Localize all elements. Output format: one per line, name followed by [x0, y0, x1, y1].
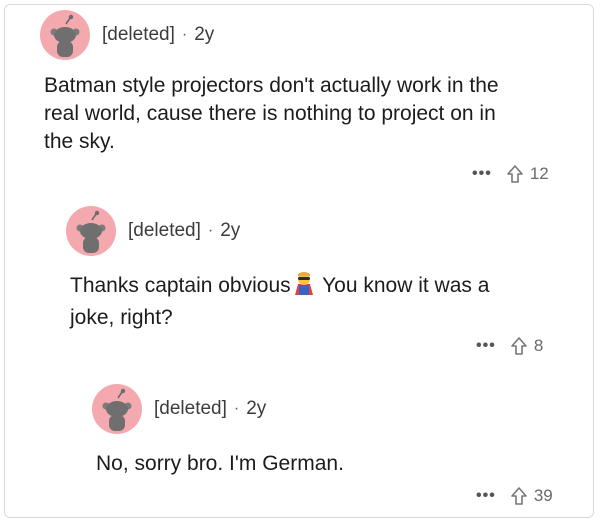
- avatar[interactable]: [92, 384, 142, 434]
- avatar[interactable]: [66, 206, 116, 256]
- comment-actions: ••• 8: [476, 336, 543, 356]
- more-options-button[interactable]: •••: [472, 165, 492, 183]
- more-options-button[interactable]: •••: [476, 487, 496, 505]
- comment-age: 2y: [220, 220, 241, 241]
- upvote-arrow-icon: [507, 165, 523, 183]
- author-name[interactable]: [deleted]: [128, 220, 201, 242]
- comment-age: 2y: [194, 24, 215, 45]
- comment-header: [deleted] · 2y: [40, 10, 214, 60]
- comment-text: Batman style projectors don't actually w…: [44, 74, 499, 153]
- upvote-button[interactable]: 8: [510, 336, 543, 356]
- comment-text: No, sorry bro. I'm German.: [96, 452, 344, 475]
- comment-actions: ••• 39: [476, 486, 553, 506]
- comment-age: 2y: [246, 398, 267, 419]
- upvote-button[interactable]: 12: [506, 164, 549, 184]
- author-name[interactable]: [deleted]: [102, 24, 175, 46]
- comment-actions: ••• 12: [472, 164, 549, 184]
- more-options-button[interactable]: •••: [476, 337, 496, 355]
- meta-separator: ·: [233, 400, 240, 417]
- author-name[interactable]: [deleted]: [154, 398, 227, 420]
- meta-separator: ·: [181, 26, 188, 43]
- upvote-button[interactable]: 39: [510, 486, 553, 506]
- comment-text: Thanks captain obvious You know it was a…: [70, 270, 580, 332]
- meta-separator: ·: [207, 222, 214, 239]
- upvote-count: 39: [533, 486, 553, 505]
- snoo-avatar-icon: [102, 388, 132, 431]
- upvote-arrow-icon: [511, 337, 527, 355]
- comment-text-part: Thanks captain obvious: [70, 274, 291, 297]
- superhero-emoji-icon: [291, 270, 317, 304]
- avatar[interactable]: [40, 10, 90, 60]
- snoo-avatar-icon: [50, 14, 80, 57]
- upvote-arrow-icon: [511, 487, 527, 505]
- upvote-count: 8: [533, 336, 544, 355]
- snoo-avatar-icon: [76, 210, 106, 253]
- comment-header: [deleted] · 2y: [92, 384, 266, 434]
- comment-header: [deleted] · 2y: [66, 206, 240, 256]
- upvote-count: 12: [529, 164, 549, 183]
